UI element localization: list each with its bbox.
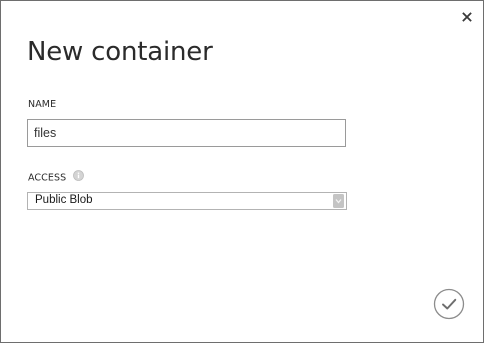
access-label-row: ACCESS <box>28 170 85 184</box>
name-label: NAME <box>28 99 57 110</box>
confirm-button[interactable] <box>433 288 465 320</box>
chevron-down-icon <box>333 194 344 208</box>
access-label: ACCESS <box>28 172 67 184</box>
dialog-title: New container <box>27 37 213 67</box>
checkmark-icon <box>433 288 465 320</box>
access-select[interactable]: Public Blob <box>27 192 347 210</box>
access-select-value: Public Blob <box>35 194 93 206</box>
name-input[interactable] <box>27 119 346 147</box>
info-icon[interactable] <box>73 170 85 184</box>
close-button[interactable] <box>460 10 474 24</box>
close-icon <box>462 12 472 22</box>
new-container-dialog: New container NAME ACCESS Public Blob <box>0 0 484 343</box>
